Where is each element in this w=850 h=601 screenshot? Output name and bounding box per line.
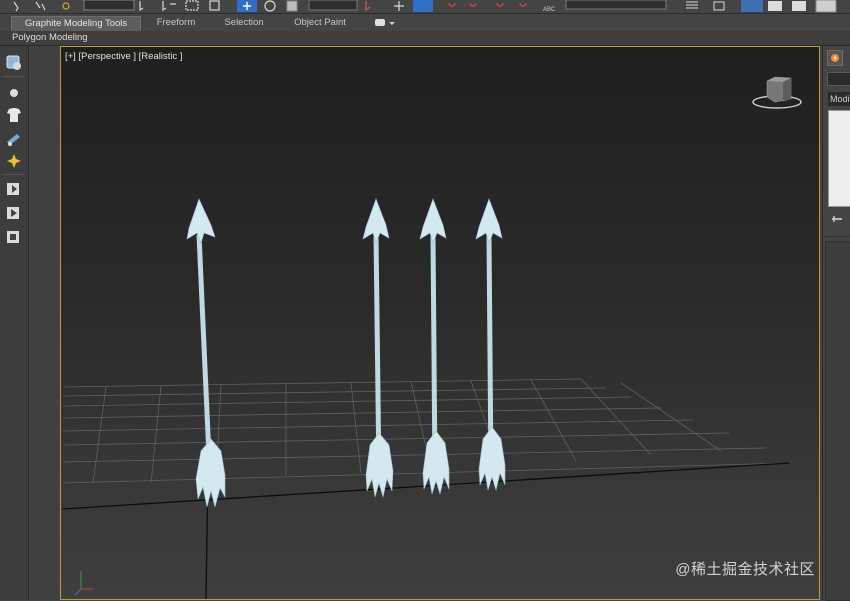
modifier-stack-list[interactable] <box>828 110 850 207</box>
arrow-object-3[interactable] <box>419 198 450 496</box>
arrow-object-1[interactable] <box>186 198 226 508</box>
layer-manager-icon[interactable] <box>713 1 725 11</box>
sparkle-tool-icon[interactable] <box>4 152 24 170</box>
sphere-icon[interactable] <box>4 84 24 102</box>
left-tool-strip <box>0 46 29 600</box>
select-by-name-icon[interactable] <box>162 1 176 12</box>
modifier-list-dropdown[interactable]: Modifi <box>828 92 850 106</box>
ribbon-side-scroll[interactable] <box>31 46 59 600</box>
viewport-track-icon[interactable] <box>4 180 24 198</box>
playback-icon[interactable] <box>4 204 24 222</box>
mirror-align-icon[interactable] <box>686 1 698 9</box>
unlink-icon[interactable] <box>35 1 46 11</box>
window-crossing-icon[interactable] <box>209 0 220 11</box>
curve-editor-icon[interactable] <box>768 1 782 11</box>
main-toolbar: ABC <box>0 0 850 14</box>
arrow-object-2[interactable] <box>362 198 394 498</box>
tab-graphite-modeling-tools[interactable]: Graphite Modeling Tools <box>11 16 141 31</box>
edit-named-selection-icon[interactable]: ABC <box>543 7 556 13</box>
link-icon[interactable] <box>13 1 19 12</box>
perspective-viewport[interactable]: [+] [Perspective ] [Realistic ] @稀土掘金技术社… <box>60 46 820 600</box>
watermark-text: @稀土掘金技术社区 <box>675 561 815 578</box>
panel-polygon-modeling[interactable]: Polygon Modeling <box>12 32 88 43</box>
select-rotate-icon[interactable] <box>264 0 276 12</box>
schematic-view-icon[interactable] <box>792 1 806 11</box>
snap-toggle-icons[interactable] <box>448 2 527 7</box>
select-scale-icon[interactable] <box>286 0 298 12</box>
pin-stack-icon[interactable] <box>831 214 845 224</box>
command-panel: Modifi <box>822 46 850 601</box>
graphite-toggle-icon[interactable] <box>741 0 763 12</box>
viewcube-icon[interactable] <box>752 76 802 109</box>
shirt-icon[interactable] <box>4 106 24 124</box>
arrow-object-4[interactable] <box>475 198 506 492</box>
scene-canvas[interactable] <box>61 47 820 600</box>
axis-tripod-icon <box>74 571 93 596</box>
render-setup-icon[interactable] <box>4 228 24 246</box>
rectangular-selection-icon[interactable] <box>185 0 199 11</box>
tab-freeform[interactable]: Freeform <box>146 16 206 30</box>
object-name-field[interactable] <box>827 72 850 86</box>
tab-object-paint[interactable]: Object Paint <box>284 16 356 30</box>
named-selection-sets-dropdown[interactable] <box>565 0 667 10</box>
selection-filter-dropdown[interactable] <box>83 0 135 11</box>
material-editor-icon[interactable] <box>815 0 837 13</box>
pivot-center-icon[interactable] <box>365 1 371 12</box>
modify-tab-icon[interactable] <box>827 50 843 66</box>
tab-selection[interactable]: Selection <box>214 16 274 30</box>
viewport-label-menu[interactable]: [+] [Perspective ] [Realistic ] <box>65 51 182 62</box>
parameters-rollout[interactable] <box>825 241 850 601</box>
ribbon-options-icon[interactable] <box>374 18 396 28</box>
toolbar-icons: ABC <box>13 0 837 13</box>
ribbon-tab-bar: Graphite Modeling Tools Freeform Selecti… <box>0 14 850 32</box>
bind-spacewarp-icon[interactable] <box>62 2 70 10</box>
ribbon-panel: Polygon Modeling <box>0 31 850 46</box>
paint-tool-icon[interactable] <box>4 130 24 148</box>
reference-coordinate-dropdown[interactable] <box>308 0 358 11</box>
select-manipulate-icon[interactable] <box>394 1 404 11</box>
select-object-icon[interactable] <box>139 1 144 12</box>
keyboard-shortcut-override-icon[interactable] <box>413 0 433 12</box>
scene-explorer-icon[interactable] <box>4 54 24 72</box>
